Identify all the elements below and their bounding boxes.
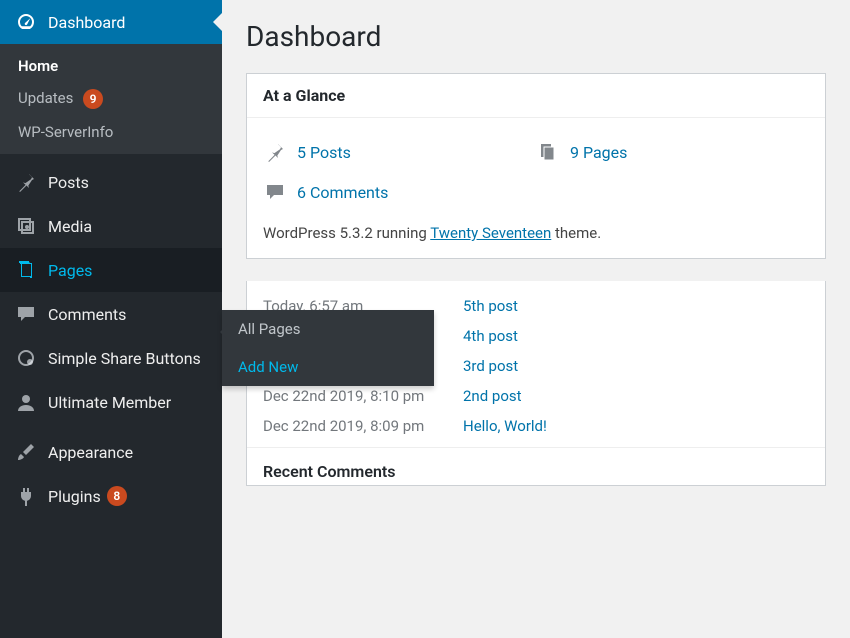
sidebar-item-label: Ultimate Member	[48, 393, 171, 412]
sidebar-item-appearance[interactable]: Appearance	[0, 430, 222, 474]
activity-post-link[interactable]: Hello, World!	[463, 417, 547, 435]
glance-footer-prefix: WordPress 5.3.2 running	[263, 224, 430, 242]
glance-posts-link[interactable]: 5 Posts	[263, 132, 536, 172]
brush-icon	[14, 440, 38, 464]
admin-sidebar: Dashboard Home Updates 9 WP-ServerInfo P…	[0, 0, 222, 638]
flyout-item-all-pages[interactable]: All Pages	[222, 310, 434, 348]
sidebar-item-comments[interactable]: Comments	[0, 292, 222, 336]
sidebar-item-ultimate-member[interactable]: Ultimate Member	[0, 380, 222, 424]
activity-post-link[interactable]: 2nd post	[463, 387, 522, 405]
comment-icon	[263, 180, 287, 204]
glance-item-text: 5 Posts	[297, 143, 351, 162]
updates-count-badge: 9	[83, 89, 103, 109]
recent-comments-heading: Recent Comments	[247, 447, 825, 485]
pages-flyout-submenu: All Pages Add New	[222, 310, 434, 386]
activity-time: Dec 22nd 2019, 8:09 pm	[263, 417, 463, 435]
sidebar-item-label: Appearance	[48, 443, 133, 462]
glance-pages-link[interactable]: 9 Pages	[536, 132, 809, 172]
activity-row: Dec 22nd 2019, 8:09 pmHello, World!	[263, 411, 809, 441]
user-icon	[14, 390, 38, 414]
at-a-glance-widget: At a Glance 5 Posts 9 Pages	[246, 73, 826, 259]
plugins-count-badge: 8	[107, 486, 127, 506]
pages-icon	[536, 140, 560, 164]
submenu-item-label: Updates	[18, 89, 73, 107]
pages-icon	[14, 258, 38, 282]
glance-comments-link[interactable]: 6 Comments	[263, 172, 536, 212]
submenu-item-updates[interactable]: Updates 9	[0, 82, 222, 116]
sidebar-item-label: Pages	[48, 261, 92, 280]
glance-item-text: 6 Comments	[297, 183, 388, 202]
page-title: Dashboard	[246, 20, 826, 53]
sidebar-item-label: Plugins	[48, 487, 101, 506]
glance-footer-suffix: theme.	[551, 224, 601, 242]
sidebar-item-label: Posts	[48, 173, 89, 192]
activity-post-link[interactable]: 3rd post	[463, 357, 518, 375]
glance-footer: WordPress 5.3.2 running Twenty Seventeen…	[263, 224, 809, 242]
dashboard-icon	[14, 10, 38, 34]
widget-title: At a Glance	[247, 74, 825, 118]
sidebar-item-plugins[interactable]: Plugins 8	[0, 474, 222, 518]
submenu-item-serverinfo[interactable]: WP-ServerInfo	[0, 116, 222, 148]
sidebar-submenu-dashboard: Home Updates 9 WP-ServerInfo	[0, 44, 222, 154]
sidebar-item-simple-share[interactable]: Simple Share Buttons	[0, 336, 222, 380]
sidebar-item-posts[interactable]: Posts	[0, 160, 222, 204]
sidebar-item-label: Dashboard	[48, 13, 125, 32]
sidebar-item-dashboard[interactable]: Dashboard	[0, 0, 222, 44]
comment-icon	[14, 302, 38, 326]
sidebar-item-label: Simple Share Buttons	[48, 349, 201, 368]
plug-icon	[14, 484, 38, 508]
activity-post-link[interactable]: 5th post	[463, 297, 518, 315]
sidebar-item-media[interactable]: Media	[0, 204, 222, 248]
sidebar-item-label: Media	[48, 217, 92, 236]
activity-post-link[interactable]: 4th post	[463, 327, 518, 345]
glance-item-text: 9 Pages	[570, 143, 627, 162]
sidebar-item-pages[interactable]: Pages	[0, 248, 222, 292]
submenu-item-home[interactable]: Home	[0, 50, 222, 82]
theme-link[interactable]: Twenty Seventeen	[430, 224, 551, 242]
pin-icon	[14, 170, 38, 194]
sidebar-item-label: Comments	[48, 305, 126, 324]
share-icon	[14, 346, 38, 370]
activity-time: Dec 22nd 2019, 8:10 pm	[263, 387, 463, 405]
flyout-item-add-new[interactable]: Add New	[222, 348, 434, 386]
pin-icon	[263, 140, 287, 164]
media-icon	[14, 214, 38, 238]
